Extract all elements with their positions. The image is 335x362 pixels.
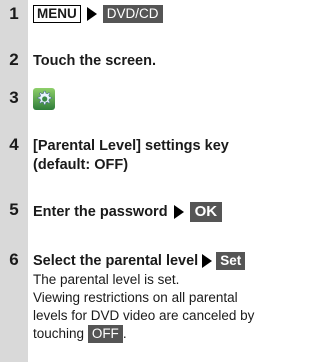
dvd-cd-key[interactable]: DVD/CD (102, 5, 163, 24)
step-number: 3 (9, 88, 19, 107)
off-key[interactable]: OFF (87, 325, 123, 344)
step-number: 2 (9, 50, 19, 69)
step-6-desc-1: The parental level is set. (33, 272, 180, 287)
step-1-content: MENU DVD/CD (33, 5, 331, 24)
step-4-line-1: [Parental Level] settings key (33, 138, 229, 154)
step-6-desc-3: levels for DVD video are canceled by (33, 308, 255, 323)
ok-key[interactable]: OK (189, 202, 223, 222)
step-number: 5 (9, 200, 19, 219)
arrow-right-icon (202, 254, 213, 269)
step-4-content: [Parental Level] settings key (default: … (33, 137, 331, 175)
menu-key[interactable]: MENU (33, 5, 81, 24)
step-number: 6 (9, 250, 19, 269)
step-6-desc-2: Viewing restrictions on all parental (33, 290, 238, 305)
set-key[interactable]: Set (216, 252, 246, 271)
step-2-text: Touch the screen. (33, 53, 157, 69)
step-number: 4 (9, 135, 19, 154)
step-5-text: Enter the password (33, 203, 168, 220)
arrow-right-icon (86, 7, 97, 22)
step-6-desc-4: touching OFF. (33, 325, 331, 344)
arrow-right-icon (173, 205, 184, 219)
gear-icon[interactable] (33, 88, 55, 110)
step-5-content: Enter the password OK (33, 202, 331, 222)
step-4-line-2: (default: OFF) (33, 157, 129, 173)
step-6-desc-4-pre: touching (33, 326, 85, 341)
step-number: 1 (9, 4, 19, 23)
step-6-desc-4-post: . (122, 326, 127, 341)
step-6-content: Select the parental level Set The parenta… (33, 252, 331, 344)
step-6-text: Select the parental level (33, 253, 199, 269)
